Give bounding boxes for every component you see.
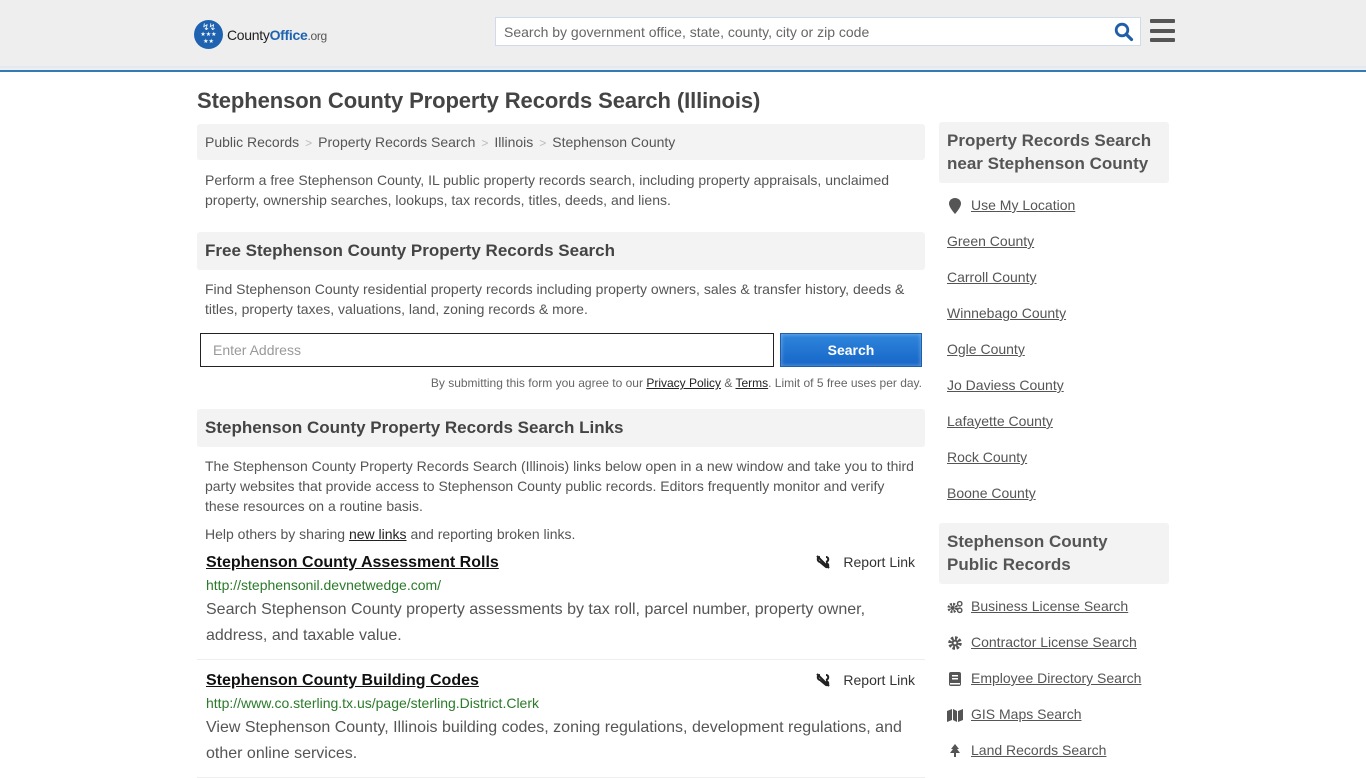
help-suffix: and reporting broken links. (406, 526, 576, 542)
record-description: Search Stephenson County property assess… (206, 601, 866, 644)
report-link-label: Report Link (843, 672, 915, 688)
county-link-carroll[interactable]: Carroll County (947, 269, 1036, 285)
sidebar: Property Records Search near Stephenson … (939, 122, 1169, 778)
map-icon (947, 707, 963, 723)
legal-suffix: . Limit of 5 free uses per day. (768, 376, 922, 390)
public-records-list: Business License Search Contractor Licen… (939, 584, 1169, 778)
nearby-county-item: Green County (947, 233, 1161, 269)
public-record-item: Employee Directory Search (947, 670, 1161, 706)
broken-link-icon (816, 673, 831, 687)
book-icon (947, 671, 963, 687)
county-link-winnebago[interactable]: Winnebago County (947, 305, 1066, 321)
help-prefix: Help others by sharing (205, 526, 349, 542)
page-title: Stephenson County Property Records Searc… (197, 88, 761, 113)
report-link-label: Report Link (843, 554, 915, 570)
county-link-ogle[interactable]: Ogle County (947, 341, 1025, 357)
site-search-box (495, 17, 1141, 46)
free-search-description: Find Stephenson County residential prope… (205, 281, 905, 317)
record-item: Stephenson County Building Codes Report … (197, 660, 925, 778)
legal-amp: & (721, 376, 736, 390)
breadcrumb-property-records-search[interactable]: Property Records Search (318, 134, 475, 150)
site-logo[interactable]: ↯↯ ★★★ ★★ CountyOffice.org (194, 20, 327, 49)
address-search-form: Search (197, 333, 925, 367)
report-link-button[interactable]: Report Link (815, 672, 915, 688)
public-record-item: Land Records Search (947, 742, 1161, 778)
nearby-county-item: Rock County (947, 449, 1161, 485)
broken-link-icon (816, 555, 831, 569)
county-link-green[interactable]: Green County (947, 233, 1034, 249)
county-link-jo-daviess[interactable]: Jo Daviess County (947, 377, 1064, 393)
privacy-policy-link[interactable]: Privacy Policy (646, 376, 721, 390)
breadcrumb-separator: > (481, 136, 489, 150)
nearby-county-item: Ogle County (947, 341, 1161, 377)
record-url: http://stephensonil.devnetwedge.com/ (206, 577, 442, 593)
use-location-item: Use My Location (947, 197, 1161, 233)
record-item: Stephenson County Assessment Rolls Repor… (197, 542, 925, 660)
legal-notice: By submitting this form you agree to our… (197, 376, 925, 390)
record-title-link[interactable]: Stephenson County Assessment Rolls (206, 554, 499, 572)
nearby-heading: Property Records Search near Stephenson … (939, 122, 1169, 183)
breadcrumb-separator: > (539, 136, 547, 150)
land-records-search-link[interactable]: Land Records Search (971, 742, 1106, 758)
tree-icon (947, 743, 963, 759)
site-search-input[interactable] (496, 18, 1096, 45)
public-record-item: Contractor License Search (947, 634, 1161, 670)
public-record-item: Business License Search (947, 598, 1161, 634)
links-section-heading: Stephenson County Property Records Searc… (197, 409, 925, 447)
record-url: http://www.co.sterling.tx.us/page/sterli… (206, 695, 540, 711)
search-icon[interactable] (1114, 22, 1134, 42)
county-link-rock[interactable]: Rock County (947, 449, 1027, 465)
contractor-license-search-link[interactable]: Contractor License Search (971, 634, 1137, 650)
nearby-county-item: Lafayette County (947, 413, 1161, 449)
address-search-button[interactable]: Search (780, 333, 922, 367)
links-section-description: The Stephenson County Property Records S… (205, 458, 914, 514)
free-search-heading: Free Stephenson County Property Records … (197, 232, 925, 270)
terms-link[interactable]: Terms (735, 376, 768, 390)
gear-icon (947, 635, 963, 651)
address-input[interactable] (200, 333, 774, 367)
logo-text: CountyOffice.org (227, 26, 327, 43)
record-title-link[interactable]: Stephenson County Building Codes (206, 672, 479, 690)
eagle-stars-badge-icon: ↯↯ ★★★ ★★ (194, 20, 223, 49)
record-description: View Stephenson County, Illinois buildin… (206, 719, 902, 762)
county-link-boone[interactable]: Boone County (947, 485, 1036, 501)
nearby-county-item: Winnebago County (947, 305, 1161, 341)
public-record-item: GIS Maps Search (947, 706, 1161, 742)
use-my-location-link[interactable]: Use My Location (971, 197, 1075, 213)
county-link-lafayette[interactable]: Lafayette County (947, 413, 1053, 429)
breadcrumb: Public Records > Property Records Search > I… (197, 124, 925, 160)
cogs-icon (947, 599, 963, 615)
legal-prefix: By submitting this form you agree to our (430, 376, 647, 390)
breadcrumb-public-records[interactable]: Public Records (205, 134, 299, 150)
help-text: Help others by sharing new links and rep… (197, 516, 925, 542)
report-link-button[interactable]: Report Link (815, 554, 915, 570)
nearby-list: Use My Location Green County Carroll Cou… (939, 183, 1169, 521)
nearby-county-item: Boone County (947, 485, 1161, 521)
gis-maps-search-link[interactable]: GIS Maps Search (971, 706, 1082, 722)
employee-directory-search-link[interactable]: Employee Directory Search (971, 670, 1141, 686)
public-records-heading: Stephenson County Public Records (939, 523, 1169, 584)
map-marker-icon (947, 198, 963, 214)
breadcrumb-separator: > (305, 136, 313, 150)
breadcrumb-stephenson-county[interactable]: Stephenson County (552, 134, 675, 150)
site-header: ↯↯ ★★★ ★★ CountyOffice.org (0, 0, 1366, 72)
nearby-county-item: Carroll County (947, 269, 1161, 305)
breadcrumb-illinois[interactable]: Illinois (494, 134, 533, 150)
nearby-county-item: Jo Daviess County (947, 377, 1161, 413)
intro-text: Perform a free Stephenson County, IL pub… (205, 172, 890, 208)
main-content: Public Records > Property Records Search > I… (197, 124, 925, 778)
new-links-link[interactable]: new links (349, 526, 407, 542)
business-license-search-link[interactable]: Business License Search (971, 598, 1128, 614)
hamburger-menu-icon[interactable] (1150, 19, 1175, 42)
